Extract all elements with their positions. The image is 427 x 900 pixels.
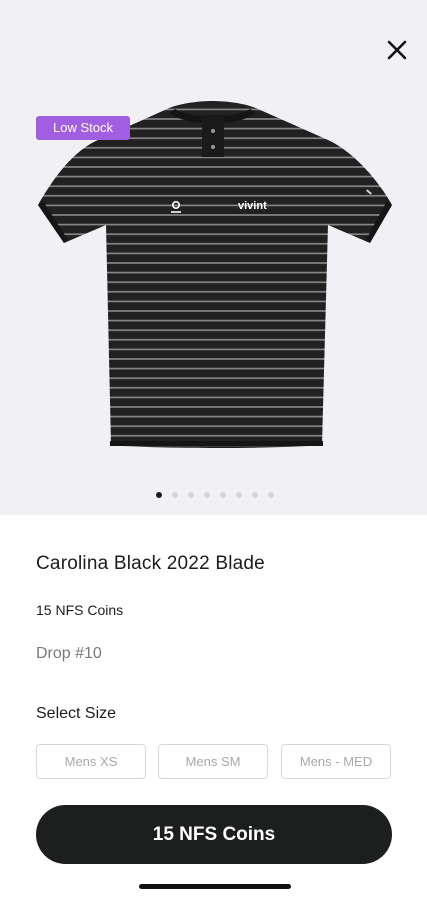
product-price: 15 NFS Coins [36,602,124,618]
pagination-dot[interactable] [219,492,226,498]
pagination-dot[interactable] [187,492,194,498]
drop-number: Drop #10 [36,645,102,662]
pagination-dot[interactable] [203,492,210,498]
close-icon [387,40,407,60]
purchase-button[interactable]: 15 NFS Coins [36,805,392,864]
product-image [38,101,392,448]
pagination-dot[interactable] [155,492,162,498]
product-title: Carolina Black 2022 Blade [36,553,265,574]
image-pagination[interactable] [0,489,427,501]
size-option-sm[interactable]: Mens SM [158,744,268,779]
low-stock-badge: Low Stock [36,116,130,140]
size-option-med[interactable]: Mens - MED [281,744,391,779]
pagination-dot[interactable] [171,492,178,498]
pagination-dot[interactable] [267,492,274,498]
close-button[interactable] [380,33,414,67]
product-image-gallery[interactable]: Low Stock vivint [0,0,427,515]
pagination-dot[interactable] [251,492,258,498]
pagination-dot[interactable] [235,492,242,498]
home-indicator[interactable] [139,884,291,889]
select-size-heading: Select Size [36,705,117,722]
size-option-xs[interactable]: Mens XS [36,744,146,779]
